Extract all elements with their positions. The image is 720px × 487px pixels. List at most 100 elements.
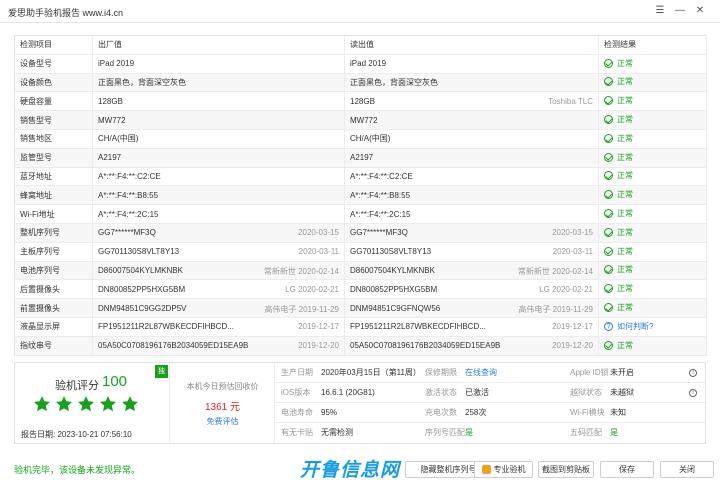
read-cell: A*:**:F4:**:C2:CE bbox=[344, 167, 599, 187]
read-meta: 2019-12-17 bbox=[552, 322, 593, 332]
close-button[interactable]: 关闭 bbox=[660, 461, 714, 478]
table-row: 主板序列号 GG701130S8VLT8Y13 2020-03-11 GG701130… bbox=[14, 242, 707, 262]
read-cell: CH/A(中国) bbox=[344, 129, 599, 149]
pro-inspect-button[interactable]: 专业验机 bbox=[474, 461, 533, 478]
read-value: A*:**:F4:**:B8:55 bbox=[350, 190, 411, 200]
item-name: 液晶显示屏 bbox=[14, 317, 93, 337]
info-value: 是 bbox=[465, 428, 473, 437]
result-text: 正常 bbox=[617, 96, 633, 106]
info-icon[interactable]: i bbox=[689, 368, 697, 377]
result-ok: 正常 bbox=[604, 208, 633, 219]
free-evaluate-link[interactable]: 免费评估 bbox=[170, 416, 275, 427]
heart-icon bbox=[481, 465, 491, 475]
header-item: 检测项目 bbox=[14, 35, 93, 55]
info-value: 16.6.1 (20G81) bbox=[321, 388, 375, 397]
result-cell: 正常 bbox=[598, 298, 707, 318]
score-panel: 验机评分 100 独 报告日期: 2023-10-21 07:56:10 bbox=[15, 363, 170, 443]
result-cell: 正常 bbox=[598, 261, 707, 281]
result-ok: 正常 bbox=[604, 264, 633, 275]
result-text: 正常 bbox=[617, 152, 633, 162]
table-row: 设备型号 iPad 2019 iPad 2019 正常 bbox=[14, 54, 707, 74]
read-value: DNM94851C9GFNQW56 bbox=[350, 303, 441, 313]
factory-cell: GG7******MF3Q 2020-03-15 bbox=[92, 223, 345, 243]
star-icon bbox=[99, 396, 117, 412]
info-key: 有无卡贴 bbox=[281, 428, 313, 437]
info-value: 未知 bbox=[610, 408, 626, 417]
star-icon bbox=[33, 396, 51, 412]
read-cell: iPad 2019 bbox=[344, 54, 599, 74]
factory-value: A2197 bbox=[98, 153, 122, 163]
read-cell: D86007504KYLMKNBK 常新新世 2020-02-14 bbox=[344, 261, 599, 281]
header-read: 读出值 bbox=[344, 35, 599, 55]
factory-cell: CH/A(中国) bbox=[92, 129, 345, 149]
factory-cell: DN800852PP5HXG5BM LG 2020-02-21 bbox=[92, 279, 345, 300]
score-value: 100 bbox=[102, 373, 128, 390]
warranty-query-link[interactable]: 在线查询 bbox=[465, 363, 497, 382]
info-icon[interactable]: i bbox=[689, 388, 697, 397]
watermark-logo: 开鲁信息网 bbox=[300, 460, 401, 481]
table-row: 设备颜色 正面黑色，背面深空灰色 正面黑色，背面深空灰色 正常 bbox=[14, 73, 707, 93]
info-key: 保修期限 bbox=[425, 368, 457, 377]
header-result: 检测结果 bbox=[598, 35, 707, 55]
result-ok: 正常 bbox=[604, 283, 633, 294]
table-header-row: 检测项目 出厂值 读出值 检测结果 bbox=[14, 35, 707, 55]
read-value: DN800852PP5HXG5BM bbox=[350, 284, 438, 294]
info-key: 电池寿命 bbox=[281, 408, 313, 417]
result-text: 如何判断? bbox=[617, 322, 654, 332]
price-label: 本机今日预估回收价 bbox=[186, 382, 259, 391]
read-cell: FP1951211R2L87WBKECDFIHBCD... 2019-12-17 bbox=[344, 317, 599, 337]
screenshot-button[interactable]: 截图到剪贴板 bbox=[538, 461, 594, 478]
result-text: 正常 bbox=[617, 115, 633, 125]
menu-icon[interactable]: ☰ bbox=[653, 4, 667, 18]
factory-value: 05A50C0708196176B2034059ED15EA9B bbox=[98, 341, 249, 351]
save-button[interactable]: 保存 bbox=[600, 461, 654, 478]
device-info-grid: 生产日期 2020年03月15日（第11周） 保修期限 在线查询 Apple ID锁 未开… bbox=[275, 363, 705, 443]
read-value: A*:**:F4:**:C2:CE bbox=[350, 171, 413, 181]
factory-value: DN800852PP5HXG5BM bbox=[98, 284, 186, 294]
check-circle-icon bbox=[604, 209, 613, 219]
factory-value: A*:**:F4:**:2C:15 bbox=[98, 209, 159, 219]
item-name: 设备颜色 bbox=[14, 73, 93, 93]
how-to-judge-link[interactable]: ? 如何判断? bbox=[604, 321, 653, 332]
factory-value: DNM94851C9GG2DP5V bbox=[98, 303, 187, 313]
report-date: 报告日期: 2023-10-21 07:56:10 bbox=[21, 430, 132, 439]
table-row: 销售型号 MW772 MW772 正常 bbox=[14, 110, 707, 130]
result-cell: 正常 bbox=[598, 129, 707, 149]
result-text: 正常 bbox=[617, 265, 633, 275]
table-row: 监管型号 A2197 A2197 正常 bbox=[14, 148, 707, 168]
info-key: Wi-Fi模块 bbox=[570, 408, 605, 417]
check-circle-icon bbox=[604, 133, 613, 143]
factory-value: CH/A(中国) bbox=[98, 134, 139, 144]
read-cell: GG7******MF3Q 2020-03-15 bbox=[344, 223, 599, 243]
info-value: 2020年03月15日（第11周） bbox=[321, 368, 421, 377]
info-key: 激活状态 bbox=[425, 388, 457, 397]
close-icon[interactable]: ✕ bbox=[693, 4, 707, 18]
info-key: 序列号匹配 bbox=[425, 428, 465, 437]
factory-value: 正面黑色，背面深空灰色 bbox=[98, 77, 186, 87]
result-text: 正常 bbox=[617, 58, 633, 68]
factory-meta: 常新新世 2020-02-14 bbox=[263, 266, 339, 276]
table-row: 整机序列号 GG7******MF3Q 2020-03-15 GG7******MF3… bbox=[14, 223, 707, 243]
read-cell: 正面黑色，背面深空灰色 bbox=[344, 73, 599, 93]
read-cell: DNM94851C9GFNQW56 高伟电子 2019-11-29 bbox=[344, 298, 599, 318]
factory-cell: D86007504KYLMKNBK 常新新世 2020-02-14 bbox=[92, 261, 345, 281]
minimize-icon[interactable]: — bbox=[673, 4, 687, 18]
result-cell: 正常 bbox=[598, 167, 707, 187]
read-value: A*:**:F4:**:2C:15 bbox=[350, 209, 411, 219]
factory-cell: A*:**:F4:**:2C:15 bbox=[92, 204, 345, 224]
result-text: 正常 bbox=[617, 246, 633, 256]
result-text: 正常 bbox=[617, 227, 633, 237]
check-circle-icon bbox=[604, 152, 613, 162]
read-value: CH/A(中国) bbox=[350, 134, 391, 144]
item-name: 蜂窝地址 bbox=[14, 185, 93, 206]
info-icon-wrap: i bbox=[685, 363, 697, 382]
read-meta: 2019-12-20 bbox=[552, 341, 593, 351]
result-cell: 正常 bbox=[598, 204, 707, 224]
result-ok: 正常 bbox=[604, 170, 633, 181]
read-meta: 高伟电子 2019-11-29 bbox=[518, 304, 593, 314]
check-circle-icon bbox=[604, 190, 613, 200]
info-icon-wrap: i bbox=[685, 383, 697, 402]
info-value: 258次 bbox=[465, 408, 487, 417]
read-meta: 常新新世 2020-02-14 bbox=[517, 266, 593, 276]
read-cell: 05A50C0708196176B2034059ED15EA9B 2019-12-… bbox=[344, 336, 599, 356]
